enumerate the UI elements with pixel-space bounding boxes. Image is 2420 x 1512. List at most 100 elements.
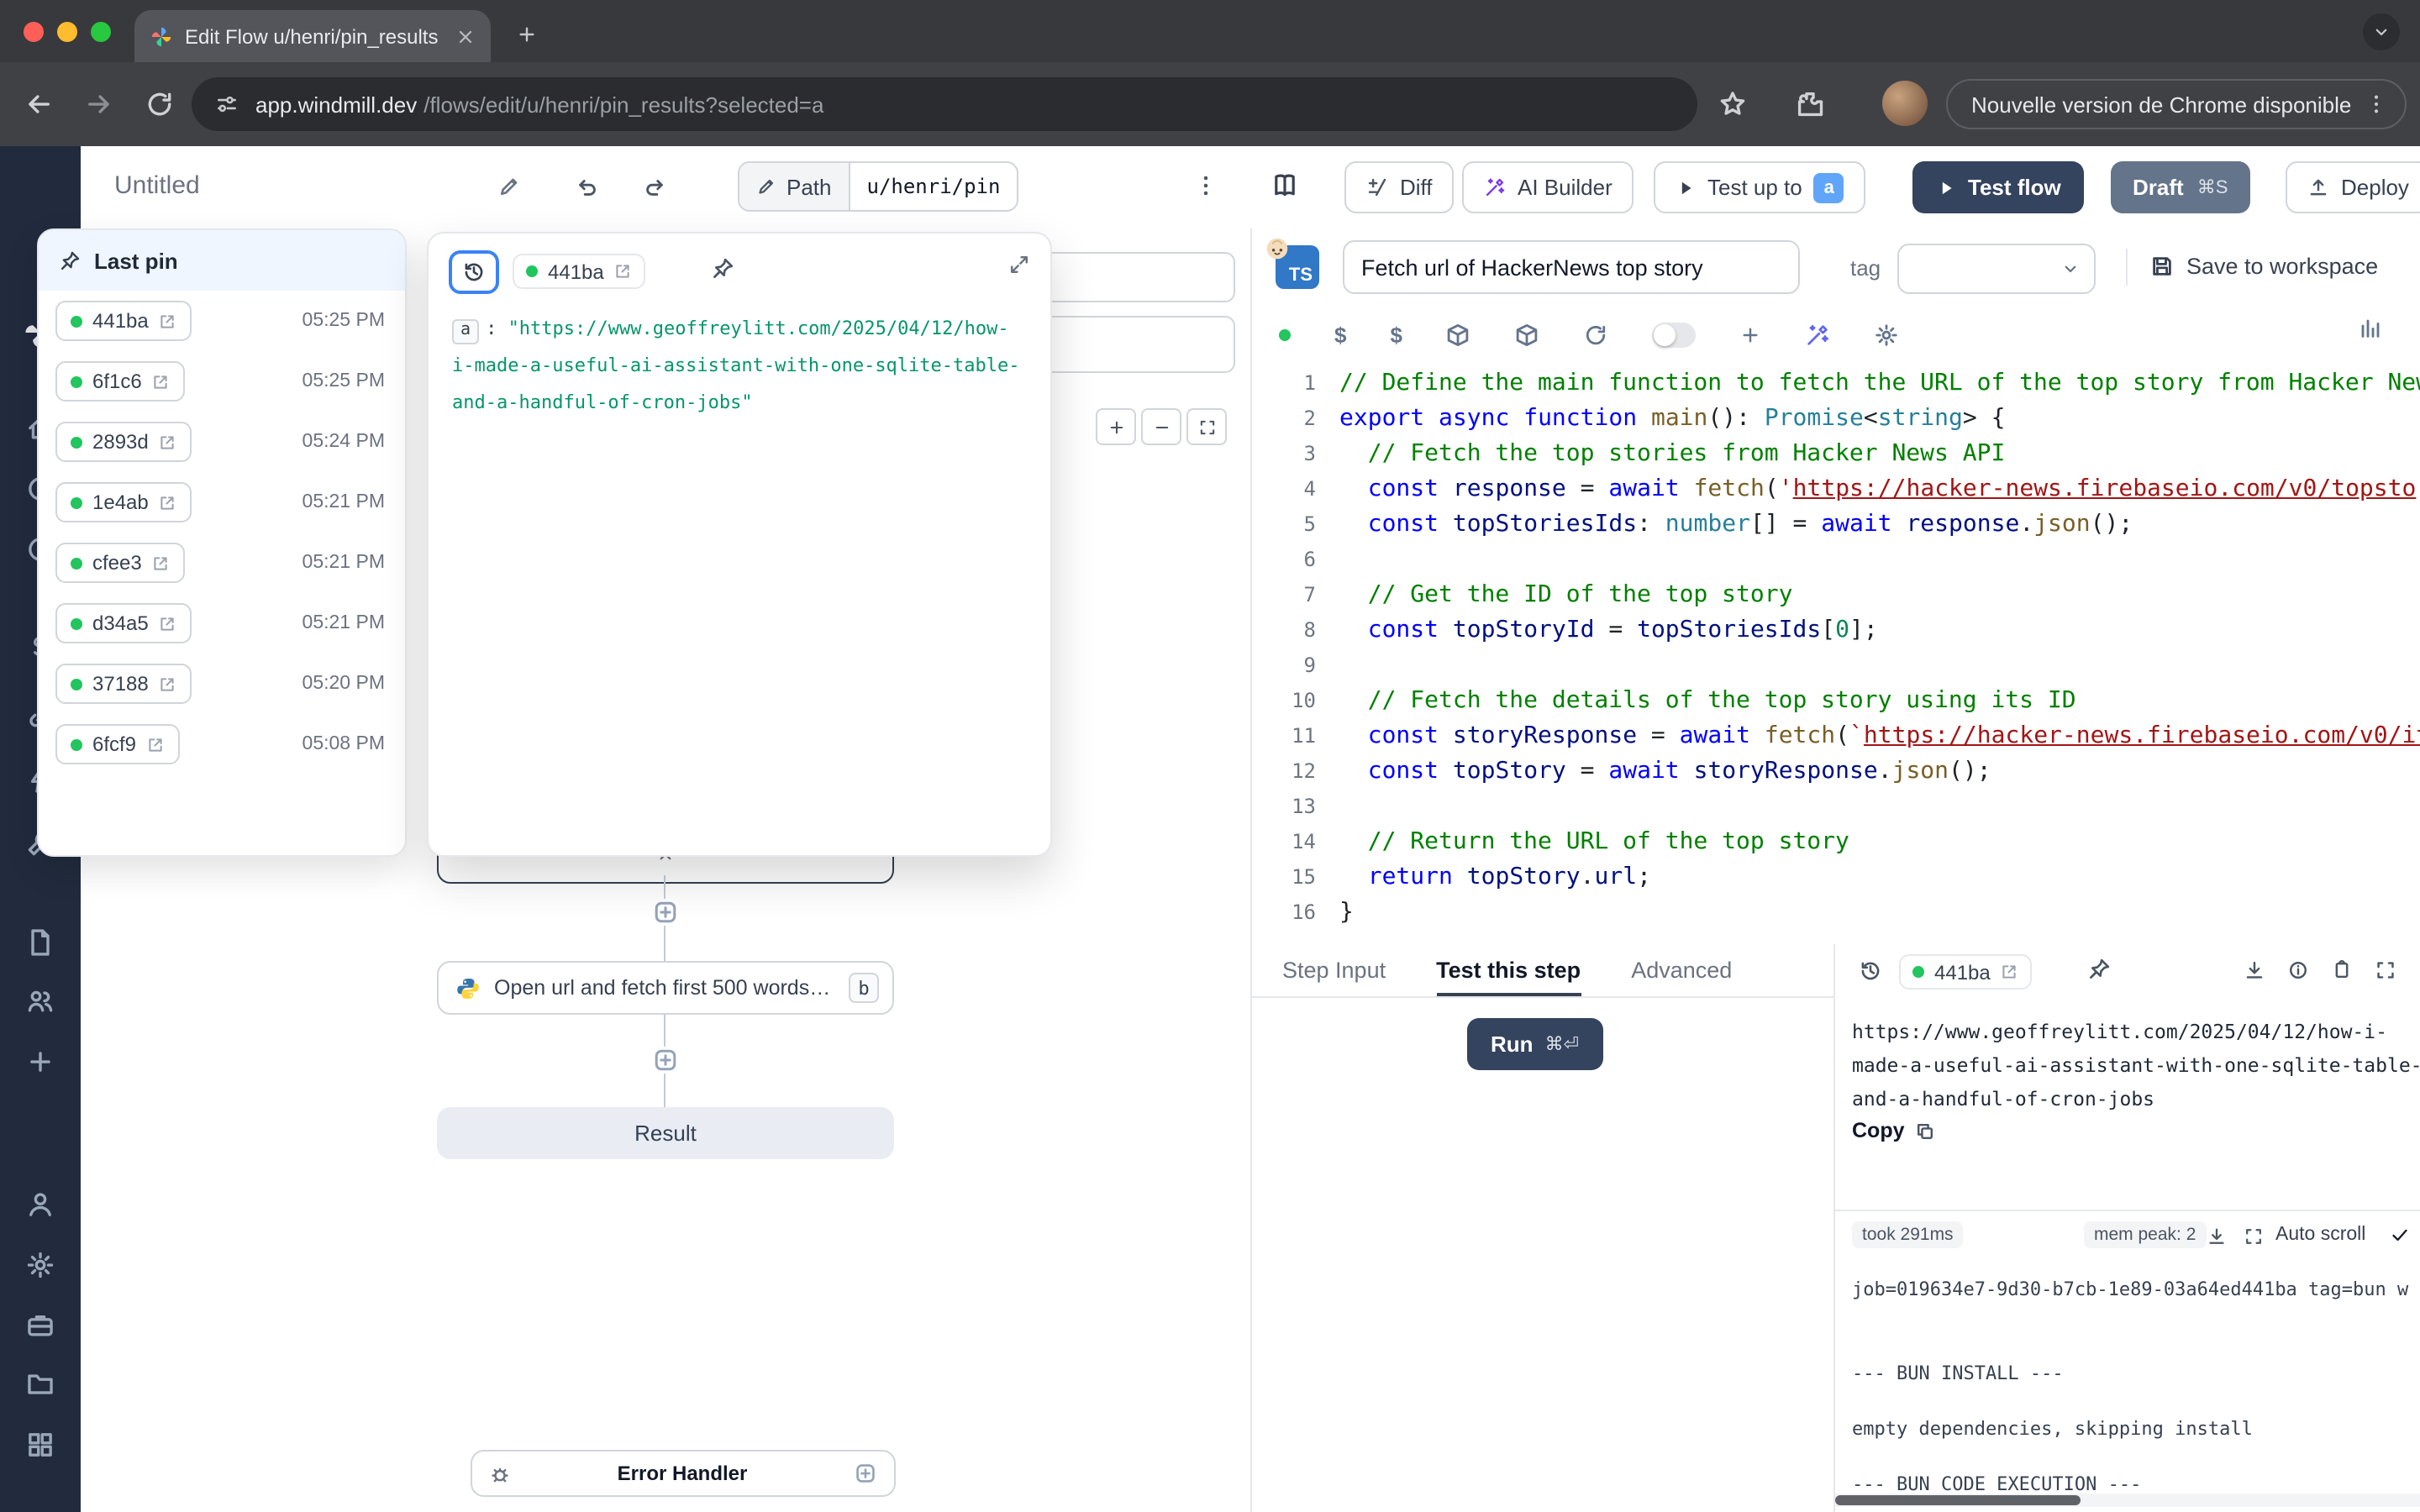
docs-icon[interactable] [1270,171,1299,200]
tab-close-icon[interactable] [455,26,476,46]
open-run-icon[interactable] [614,262,633,281]
sidebar-create-icon[interactable] [25,1047,55,1077]
ai-generate-icon[interactable] [1806,322,1831,347]
scrollbar-thumb[interactable] [1835,1495,2081,1505]
diff-button[interactable]: Diff [1344,161,1455,213]
open-run-icon[interactable] [152,372,171,391]
sidebar-folders-icon[interactable] [25,1369,55,1399]
chrome-update-button[interactable]: Nouvelle version de Chrome disponible [1946,79,2407,129]
zoom-in-button[interactable] [1096,408,1136,445]
sidebar-user-icon[interactable] [25,1189,55,1220]
open-run-icon[interactable] [159,675,177,693]
editor-settings-icon[interactable] [1875,322,1900,347]
run-id-pill[interactable]: 441ba [513,254,646,289]
unpin-icon[interactable] [711,257,734,281]
new-tab-button[interactable] [508,15,544,52]
download-result-icon[interactable] [2244,959,2265,981]
copy-button[interactable]: Copy [1852,1119,1937,1142]
log-horizontal-scrollbar[interactable] [1835,1494,2420,1507]
zoom-out-button[interactable] [1141,408,1181,445]
add-error-handler-icon[interactable] [854,1462,877,1485]
add-step-icon[interactable] [652,1047,679,1074]
pin-list-item[interactable]: d34a505:21 PM [39,593,405,654]
pin-run-pill[interactable]: cfee3 [55,543,186,583]
step-node-b[interactable]: Open url and fetch first 500 words of ..… [437,961,894,1015]
pin-list-item[interactable]: 6fcf905:08 PM [39,714,405,774]
test-flow-button[interactable]: Test flow [1912,161,2085,213]
tag-select[interactable] [1897,244,2096,294]
redo-icon[interactable] [642,175,667,200]
result-node[interactable]: Result [437,1107,894,1159]
pin-run-pill[interactable]: 1e4ab [55,482,192,522]
tab-advanced[interactable]: Advanced [1631,944,1732,996]
pin-list-item[interactable]: 1e4ab05:21 PM [39,472,405,533]
chrome-menu-icon[interactable] [2365,92,2388,116]
maximize-result-icon[interactable] [2375,959,2396,981]
library-panel-icon[interactable] [2358,316,2383,341]
open-run-icon[interactable] [159,493,177,512]
forward-icon[interactable] [84,89,114,119]
site-info-icon[interactable] [215,92,239,116]
open-run-icon[interactable] [146,735,165,753]
sidebar-settings-icon[interactable] [25,1250,55,1280]
info-icon[interactable] [2287,959,2309,981]
back-icon[interactable] [24,89,54,119]
save-to-workspace-button[interactable]: Save to workspace [2149,254,2378,279]
close-window-button[interactable] [24,22,44,42]
flow-title[interactable]: Untitled [114,171,200,200]
code-editor[interactable]: 12345678910111213141516 // Define the ma… [1252,356,2420,944]
path-button[interactable]: Path u/henri/pin [738,161,1018,212]
ai-builder-button[interactable]: AI Builder [1462,161,1634,213]
editor-toggle[interactable] [1653,322,1697,347]
deploy-button[interactable]: Deploy [2286,161,2420,213]
plus-icon[interactable] [1740,323,1762,345]
add-resource-icon[interactable]: $ [1390,322,1402,347]
draft-button[interactable]: Draft ⌘S [2111,161,2249,213]
test-up-to-button[interactable]: Test up to a [1654,161,1866,213]
copy-result-icon[interactable] [2331,959,2353,981]
tab-step-input[interactable]: Step Input [1282,944,1386,996]
tab-test-this-step[interactable]: Test this step [1436,944,1581,996]
profile-avatar[interactable] [1882,81,1928,126]
edit-title-icon[interactable] [497,175,521,198]
browser-tab[interactable]: Edit Flow u/henri/pin_results [134,10,491,62]
open-run-icon[interactable] [159,312,177,330]
pin-run-pill[interactable]: 6fcf9 [55,724,180,764]
extensions-icon[interactable] [1795,89,1825,119]
reset-code-icon[interactable] [1584,322,1609,347]
pin-list-item[interactable]: 3718805:20 PM [39,654,405,714]
open-run-icon[interactable] [2001,963,2019,981]
expand-popup-icon[interactable] [1008,254,1030,276]
undo-icon[interactable] [575,175,600,200]
sidebar-groups-icon[interactable] [25,986,55,1016]
open-run-icon[interactable] [152,554,171,572]
reload-icon[interactable] [145,89,175,119]
maximize-logs-icon[interactable] [2244,1226,2264,1247]
fit-view-button[interactable] [1186,408,1227,445]
sidebar-workspace-icon[interactable] [25,1310,55,1341]
dependencies-icon[interactable] [1515,322,1540,347]
more-options-icon[interactable] [1193,173,1218,198]
pin-list-item[interactable]: cfee305:21 PM [39,533,405,593]
result-history-icon[interactable] [1859,959,1882,983]
pin-list-item[interactable]: 2893d05:24 PM [39,412,405,472]
pin-run-pill[interactable]: 6f1c6 [55,361,186,402]
pin-run-pill[interactable]: d34a5 [55,603,192,643]
zoom-window-button[interactable] [91,22,111,42]
error-handler-node[interactable]: Error Handler [471,1450,896,1497]
step-summary-input[interactable] [1343,240,1800,294]
open-run-icon[interactable] [159,614,177,633]
pin-result-icon[interactable] [2087,958,2111,981]
pin-run-pill[interactable]: 37188 [55,664,192,704]
bookmark-star-icon[interactable] [1718,89,1748,119]
auto-scroll-check-icon[interactable] [2390,1225,2410,1245]
sidebar-logs-icon[interactable] [25,927,55,958]
pin-run-pill[interactable]: 2893d [55,422,192,462]
pin-run-pill[interactable]: 441ba [55,301,192,341]
result-run-id-pill[interactable]: 441ba [1899,954,2033,990]
run-button[interactable]: Run ⌘⏎ [1467,1018,1602,1070]
package-icon[interactable] [1446,322,1471,347]
pin-list-item[interactable]: 441ba05:25 PM [39,291,405,351]
history-button[interactable] [449,250,499,294]
add-variable-icon[interactable]: $ [1334,322,1346,347]
